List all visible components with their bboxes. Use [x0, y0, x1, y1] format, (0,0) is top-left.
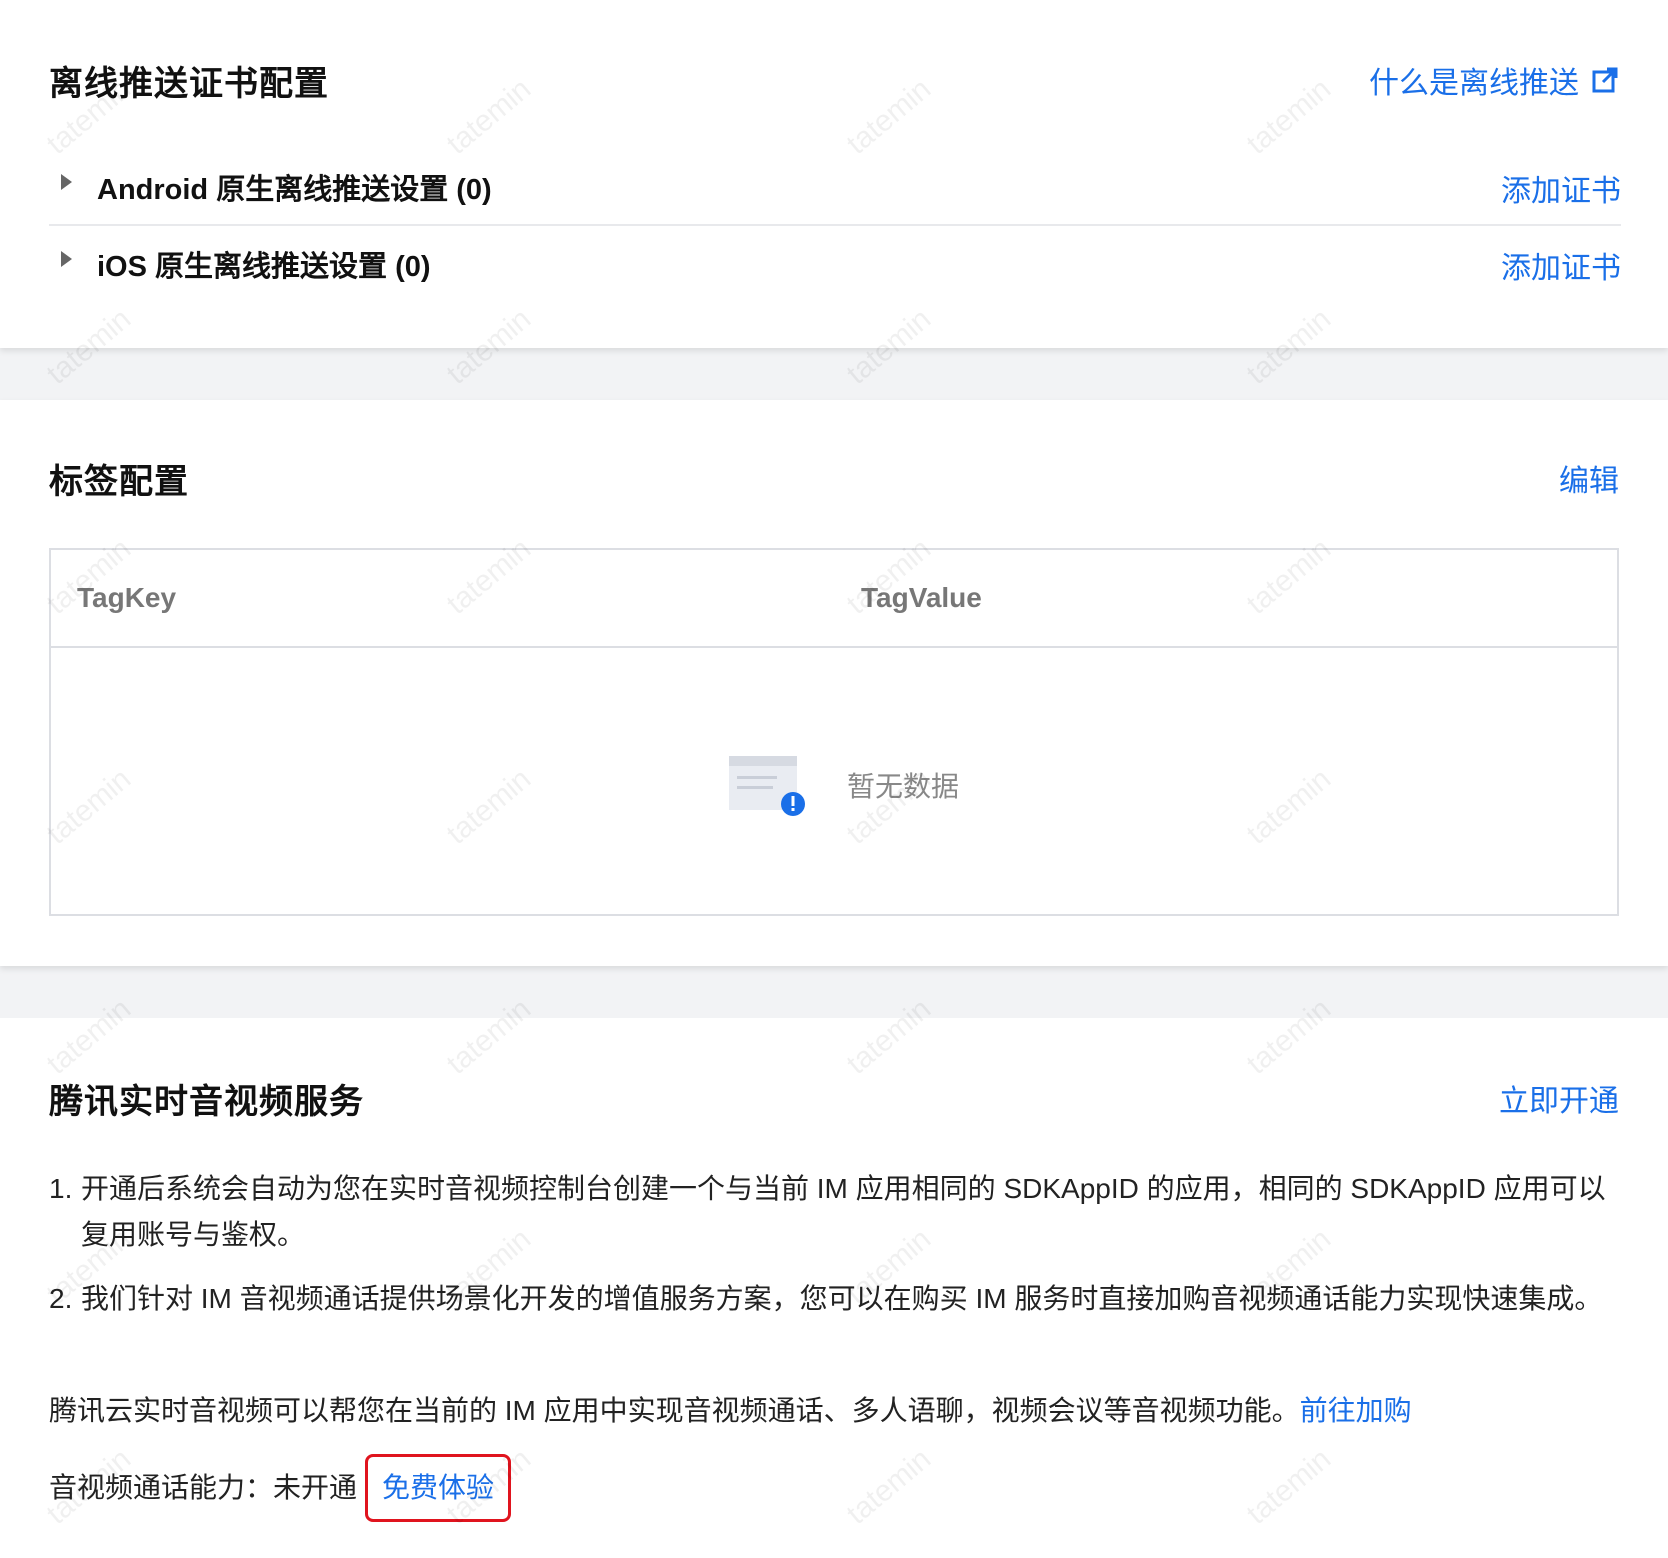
offline-push-title: 离线推送证书配置: [49, 65, 329, 103]
empty-state-text: 暂无数据: [847, 771, 960, 802]
tag-config-title: 标签配置: [49, 463, 189, 501]
what-is-offline-push-link[interactable]: 什么是离线推送: [1369, 58, 1619, 102]
empty-data-icon: [729, 756, 805, 816]
offline-push-card: 离线推送证书配置 什么是离线推送 Android 原生离线推送设置 (0) 添加…: [0, 0, 1668, 348]
column-header-tagvalue: TagValue: [861, 582, 982, 613]
caret-right-icon[interactable]: [61, 174, 72, 190]
trtc-service-card: 腾讯实时音视频服务 立即开通 1. 开通后系统会自动为您在实时音视频控制台创建一…: [0, 1018, 1668, 1558]
activate-now-link[interactable]: 立即开通: [1499, 1076, 1619, 1120]
column-header-tagkey: TagKey: [77, 582, 177, 613]
list-item-text: 我们针对 IM 音视频通话提供场景化开发的增值服务方案，您可以在购买 IM 服务…: [81, 1283, 1603, 1314]
av-call-ability-label: 音视频通话能力：: [49, 1472, 274, 1503]
caret-right-icon[interactable]: [61, 251, 72, 267]
list-item: 2. 我们针对 IM 音视频通话提供场景化开发的增值服务方案，您可以在购买 IM…: [49, 1276, 1629, 1322]
ios-push-row[interactable]: iOS 原生离线推送设置 (0) 添加证书: [49, 225, 1621, 301]
free-trial-link[interactable]: 免费体验: [382, 1472, 494, 1503]
trtc-service-title: 腾讯实时音视频服务: [49, 1083, 364, 1121]
what-is-offline-push-label: 什么是离线推送: [1369, 67, 1579, 100]
android-push-row[interactable]: Android 原生离线推送设置 (0) 添加证书: [49, 148, 1621, 226]
av-call-ability-status: 未开通: [273, 1472, 358, 1503]
ios-add-certificate-link[interactable]: 添加证书: [1501, 243, 1621, 287]
android-push-label: Android 原生离线推送设置 (0): [97, 174, 492, 206]
tag-table: TagKey TagValue 暂无数据: [49, 548, 1619, 916]
external-link-icon: [1592, 67, 1618, 93]
list-item-number: 1.: [49, 1173, 73, 1204]
go-purchase-link[interactable]: 前往加购: [1300, 1395, 1412, 1426]
list-item: 1. 开通后系统会自动为您在实时音视频控制台创建一个与当前 IM 应用相同的 S…: [49, 1166, 1629, 1258]
trtc-description: 腾讯云实时音视频可以帮您在当前的 IM 应用中实现音视频通话、多人语聊，视频会议…: [49, 1388, 1629, 1434]
empty-state: 暂无数据: [723, 752, 959, 818]
free-trial-highlight: 免费体验: [365, 1454, 512, 1522]
ios-push-label: iOS 原生离线推送设置 (0): [97, 251, 431, 283]
list-item-number: 2.: [49, 1283, 73, 1314]
av-call-ability-row: 音视频通话能力： 未开通 免费体验: [49, 1454, 1629, 1522]
list-item-text: 开通后系统会自动为您在实时音视频控制台创建一个与当前 IM 应用相同的 SDKA…: [81, 1173, 1606, 1250]
edit-tags-link[interactable]: 编辑: [1559, 456, 1619, 500]
tag-table-header: TagKey TagValue: [51, 550, 1617, 648]
tag-config-card: 标签配置 编辑 TagKey TagValue 暂无数据: [0, 400, 1668, 966]
android-add-certificate-link[interactable]: 添加证书: [1501, 166, 1621, 210]
trtc-description-text: 腾讯云实时音视频可以帮您在当前的 IM 应用中实现音视频通话、多人语聊，视频会议…: [49, 1395, 1300, 1426]
